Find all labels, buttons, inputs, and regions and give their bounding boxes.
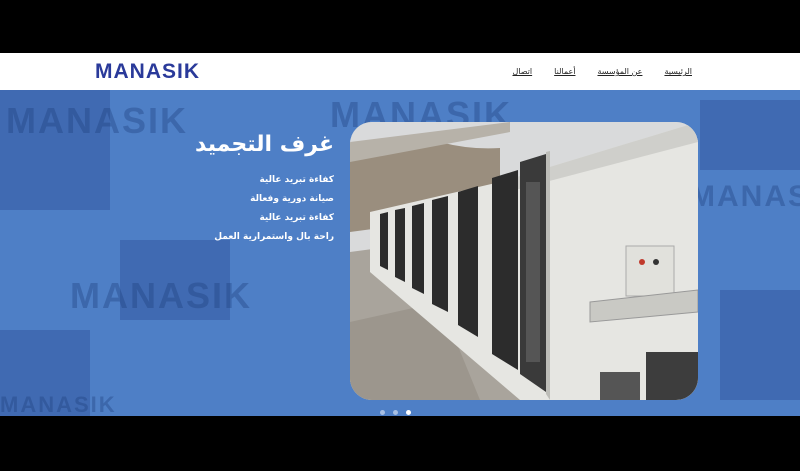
bg-watermark: MANASIK — [6, 100, 188, 141]
top-letterbox — [0, 0, 800, 53]
hero-title: غرف التجميد — [194, 132, 334, 157]
hero-text-block: غرف التجميد كفاءة تبريد عالية صيانة دوري… — [195, 132, 334, 247]
bottom-letterbox — [0, 416, 800, 471]
bg-watermark: MANASIK — [690, 180, 800, 213]
feature-list: كفاءة تبريد عالية صيانة دورية وفعالة كفا… — [195, 171, 334, 247]
carousel-dot[interactable] — [380, 410, 385, 415]
carousel-dot-active[interactable] — [406, 410, 411, 415]
site-header: MANASIK الرئيسية عن المؤسسة أعمالنا اتصا… — [0, 53, 800, 90]
site-logo[interactable]: MANASIK — [95, 60, 200, 84]
bg-tile — [700, 100, 800, 170]
feature-item: كفاءة تبريد عالية — [259, 175, 334, 185]
hero-photo — [350, 122, 698, 400]
bg-watermark: MANASIK — [70, 275, 252, 316]
feature-item: صيانة دورية وفعالة — [250, 194, 334, 204]
bg-watermark: MANASIK — [0, 392, 117, 416]
feature-item: راحة بال واستمرارية العمل — [214, 232, 334, 242]
nav-item-home[interactable]: الرئيسية — [664, 67, 692, 76]
nav-item-about[interactable]: عن المؤسسة — [597, 67, 642, 76]
nav-item-contact[interactable]: اتصال — [512, 67, 532, 76]
hero-banner: MANASIK MANASIK MANASIK MANASIK MANASIK … — [0, 90, 800, 416]
main-nav: الرئيسية عن المؤسسة أعمالنا اتصال — [512, 67, 692, 76]
nav-item-works[interactable]: أعمالنا — [554, 67, 575, 76]
feature-item: كفاءة تبريد عالية — [259, 213, 334, 223]
carousel-indicators — [380, 410, 411, 415]
carousel-dot[interactable] — [393, 410, 398, 415]
cold-room-photo-illustration — [350, 122, 698, 400]
bg-tile — [720, 290, 800, 400]
